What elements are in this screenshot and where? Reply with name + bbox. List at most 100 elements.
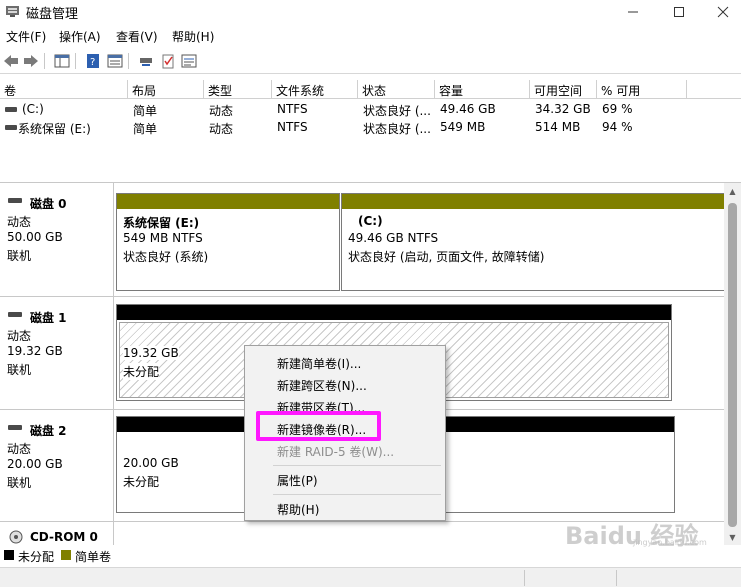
volume-status: 状态良好 (...	[363, 104, 431, 118]
baidu-watermark: Baidu 经验 jingyan.baidu.com	[565, 502, 737, 552]
volume-name: 系统保留 (E:)	[18, 122, 91, 136]
volume-status: 状态良好 (...	[363, 122, 431, 136]
partition-status: 未分配	[123, 363, 160, 380]
back-arrow-icon	[4, 55, 18, 67]
menu-new-spanned-volume[interactable]: 新建跨区卷(N)...	[277, 377, 367, 394]
show-hide-tree-button[interactable]	[53, 52, 71, 70]
column-header-type[interactable]: 类型	[204, 80, 272, 99]
disk-name: 磁盘 2	[30, 424, 67, 438]
connect-button[interactable]	[137, 52, 155, 70]
context-menu-separator	[273, 465, 441, 466]
cdrom-icon	[9, 530, 23, 544]
partition-c-drive[interactable]: (C:) 49.46 GB NTFS 状态良好 (启动, 页面文件, 故障转储)	[341, 193, 725, 291]
disk-0-info[interactable]: 磁盘 0 动态 50.00 GB 联机	[0, 183, 114, 296]
maximize-icon	[674, 7, 684, 17]
window-title: 磁盘管理	[26, 7, 79, 22]
volume-name: (C:)	[22, 102, 44, 116]
disk-1-info[interactable]: 磁盘 1 动态 19.32 GB 联机	[0, 297, 114, 409]
volume-type: 动态	[209, 122, 234, 136]
partition-size: 49.46 GB NTFS	[348, 231, 439, 245]
disk-size: 20.00 GB	[7, 457, 63, 471]
volume-row[interactable]: 系统保留 (E:) 简单 动态 NTFS 状态良好 (... 549 MB 51…	[0, 119, 741, 137]
volume-free-space: 514 MB	[535, 120, 581, 134]
column-header-layout[interactable]: 布局	[128, 80, 204, 99]
legend-simple-volume-swatch	[61, 550, 71, 560]
scrollbar-thumb[interactable]	[728, 203, 737, 527]
disk-management-app-icon	[6, 6, 19, 17]
volume-disk-icon	[5, 107, 17, 112]
maximize-button[interactable]	[656, 0, 702, 24]
volume-filesystem: NTFS	[277, 102, 308, 116]
disk-name: 磁盘 0	[30, 197, 67, 211]
menu-new-raid5-volume[interactable]: 新建 RAID-5 卷(W)...	[277, 443, 394, 460]
menu-action[interactable]: 操作(A)	[59, 28, 101, 45]
volume-filesystem: NTFS	[277, 120, 308, 134]
checklist-icon	[162, 54, 174, 69]
status-bar	[0, 567, 741, 587]
disk-name: 磁盘 1	[30, 311, 67, 325]
watermark-subtext: jingyan.baidu.com	[633, 538, 707, 547]
menu-file[interactable]: 文件(F)	[6, 28, 46, 45]
toolbar-separator	[44, 53, 45, 69]
toolbar-separator	[128, 53, 129, 69]
disk-2-info[interactable]: 磁盘 2 动态 20.00 GB 联机	[0, 410, 114, 521]
partition-size: 19.32 GB	[123, 346, 179, 360]
toolbar-separator	[75, 53, 76, 69]
column-header-percent-free[interactable]: % 可用	[597, 80, 687, 99]
volume-layout: 简单	[133, 122, 158, 136]
volume-capacity: 49.46 GB	[440, 102, 496, 116]
volume-disk-icon	[5, 125, 17, 130]
connect-disk-icon	[140, 58, 152, 66]
menu-properties[interactable]: 属性(P)	[277, 472, 318, 489]
toolbar: ?	[0, 49, 741, 74]
volume-list-header: 卷 布局 类型 文件系统 状态 容量 可用空间 % 可用	[0, 80, 741, 99]
status-bar-divider	[524, 570, 525, 586]
column-header-free-space[interactable]: 可用空间	[530, 80, 597, 99]
partition-size: 20.00 GB	[123, 456, 179, 470]
disk-icon	[8, 425, 22, 430]
volume-percent-free: 69 %	[602, 102, 633, 116]
legend-unallocated-label: 未分配	[18, 550, 55, 564]
volume-type: 动态	[209, 104, 234, 118]
close-icon	[717, 6, 729, 18]
mirrored-volume-highlight	[256, 411, 381, 441]
settings-view-button[interactable]	[180, 52, 198, 70]
menu-view[interactable]: 查看(V)	[116, 28, 158, 45]
cdrom-0-info[interactable]: CD-ROM 0	[0, 522, 114, 545]
status-bar-divider	[616, 570, 617, 586]
checklist-button[interactable]	[159, 52, 177, 70]
column-header-filesystem[interactable]: 文件系统	[272, 80, 358, 99]
back-button[interactable]	[2, 52, 20, 70]
disk-state: 联机	[7, 363, 32, 377]
minimize-icon	[628, 11, 638, 13]
column-header-capacity[interactable]: 容量	[435, 80, 530, 99]
partition-title: (C:)	[358, 214, 383, 228]
properties-view-button[interactable]	[106, 52, 124, 70]
disk-size: 19.32 GB	[7, 344, 63, 358]
column-header-volume[interactable]: 卷	[0, 80, 128, 99]
partition-system-reserved[interactable]: 系统保留 (E:) 549 MB NTFS 状态良好 (系统)	[116, 193, 340, 291]
scroll-up-icon[interactable]: ▲	[724, 183, 741, 200]
forward-arrow-icon	[24, 55, 38, 67]
partition-status: 状态良好 (系统)	[123, 250, 209, 264]
close-button[interactable]	[700, 0, 741, 24]
disk-icon	[8, 312, 22, 317]
minimize-button[interactable]	[610, 0, 656, 24]
vertical-scrollbar[interactable]: ▲ ▼	[724, 183, 741, 545]
simple-volume-bar	[342, 194, 724, 209]
disk-type: 动态	[7, 215, 32, 229]
legend-unallocated-swatch	[4, 550, 14, 560]
menu-help-item[interactable]: 帮助(H)	[277, 501, 319, 518]
menu-new-simple-volume[interactable]: 新建简单卷(I)...	[277, 355, 361, 372]
help-button[interactable]: ?	[84, 52, 102, 70]
forward-button[interactable]	[22, 52, 40, 70]
menu-help[interactable]: 帮助(H)	[172, 28, 214, 45]
column-header-status[interactable]: 状态	[358, 80, 435, 99]
title-bar: 磁盘管理	[0, 0, 741, 24]
list-view-icon	[107, 54, 123, 68]
volume-row[interactable]: (C:) 简单 动态 NTFS 状态良好 (... 49.46 GB 34.32…	[0, 101, 741, 119]
disk-state: 联机	[7, 249, 32, 263]
disk-type: 动态	[7, 329, 32, 343]
partition-title: 系统保留 (E:)	[123, 216, 200, 230]
unallocated-bar	[117, 305, 671, 320]
